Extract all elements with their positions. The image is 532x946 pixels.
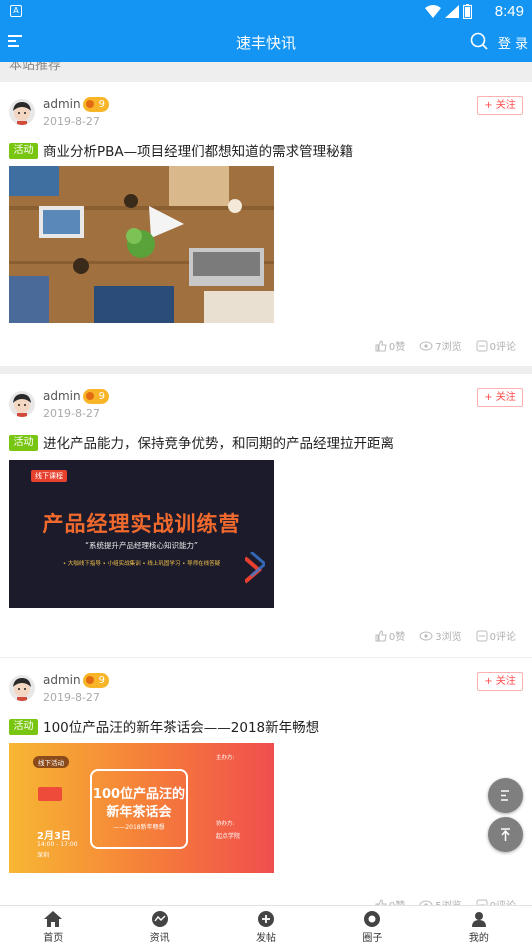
thumbs-up-icon <box>375 339 387 351</box>
avatar[interactable] <box>9 675 35 701</box>
comment-button[interactable]: 0评论 <box>476 628 516 643</box>
poster-decoration <box>38 787 62 801</box>
tab-post[interactable]: 发帖 <box>213 906 319 946</box>
post-title[interactable]: 进化产品能力，保持竞争优势，和同期的产品经理拉开距离 <box>43 432 394 452</box>
poster-sub: ——2018新年畅想 <box>113 824 165 831</box>
login-button[interactable]: 登 录 <box>498 33 528 52</box>
post-title[interactable]: 商业分析PBA—项目经理们都想知道的需求管理秘籍 <box>43 140 353 160</box>
post-stats: 0赞 7浏览 0评论 <box>375 338 516 353</box>
comment-icon <box>476 340 488 351</box>
tab-news[interactable]: 资讯 <box>106 906 212 946</box>
post-title[interactable]: 100位产品汪的新年茶话会——2018新年畅想 <box>43 716 319 736</box>
category-tag: 活动 <box>9 719 38 735</box>
back-to-top-button[interactable] <box>488 817 523 852</box>
bottom-tab-bar: 首页 资讯 发帖 圈子 我的 <box>0 905 532 946</box>
follow-button[interactable]: + 关注 <box>477 388 523 407</box>
section-title: 本站推荐 <box>9 62 62 73</box>
floating-menu-button[interactable] <box>488 778 523 813</box>
tab-label: 资讯 <box>149 933 170 944</box>
tab-label: 发帖 <box>256 933 277 944</box>
plus-circle-icon <box>258 911 275 927</box>
feed[interactable]: 本站推荐 admin 9 2019-8-27 + 关注 活动 商业分析PBA—项… <box>0 62 532 905</box>
avatar[interactable] <box>9 391 35 417</box>
tab-label: 首页 <box>43 933 64 944</box>
eye-icon <box>419 631 433 640</box>
poster-co-organizer-label: 协办方: <box>216 821 235 827</box>
like-button[interactable]: 0赞 <box>375 628 405 643</box>
poster-time: 14:00 - 17:00 <box>37 841 78 848</box>
signal-icon <box>445 5 459 18</box>
poster-headline-line1: 100位产品汪的 <box>92 787 186 802</box>
avatar[interactable] <box>9 99 35 125</box>
status-icons <box>425 4 472 19</box>
post-image[interactable]: 线下课程 产品经理实战训练营 “系统提升产品经理核心知识能力” • 大咖线下指导… <box>9 460 274 608</box>
wifi-icon <box>425 5 441 18</box>
category-tag: 活动 <box>9 143 38 159</box>
level-badge: 9 <box>83 389 109 404</box>
post-image[interactable] <box>9 166 274 323</box>
poster-subtitle: “系统提升产品经理核心知识能力” <box>85 541 198 550</box>
follow-button[interactable]: + 关注 <box>477 672 523 691</box>
poster-co-organizer: 起点学院 <box>216 833 241 840</box>
post-card[interactable]: admin 9 2019-8-27 + 关注 活动 商业分析PBA—项目经理们都… <box>0 82 532 366</box>
like-button[interactable]: 0赞 <box>375 338 405 353</box>
clock: 8:49 <box>494 3 524 20</box>
post-stats: 0赞 5浏览 0评论 <box>375 897 516 905</box>
author-name[interactable]: admin <box>43 389 81 403</box>
post-date: 2019-8-27 <box>43 407 100 420</box>
poster-date: 2月3日 <box>37 831 71 842</box>
post-stats: 0赞 3浏览 0评论 <box>375 628 516 643</box>
tab-label: 圈子 <box>362 933 383 944</box>
poster-organizer-label: 主办方: <box>216 755 235 761</box>
like-button[interactable]: 0赞 <box>375 897 405 905</box>
poster-headline: 产品经理实战训练营 <box>42 512 241 536</box>
search-icon[interactable] <box>470 32 488 50</box>
views-count: 7浏览 <box>419 338 462 353</box>
level-badge: 9 <box>83 673 109 688</box>
level-badge: 9 <box>83 97 109 112</box>
comment-button[interactable]: 0评论 <box>476 897 516 905</box>
tab-label: 我的 <box>468 933 489 944</box>
poster-badge: 线下活动 <box>33 756 69 768</box>
poster-headline-line2: 新年茶话会 <box>106 805 172 820</box>
page-title: 速丰快讯 <box>235 34 296 52</box>
tab-me[interactable]: 我的 <box>426 906 532 946</box>
home-icon <box>44 911 63 927</box>
status-bar: A 8:49 <box>0 0 532 24</box>
poster-city: 深圳 <box>37 852 50 859</box>
views-count: 3浏览 <box>419 628 462 643</box>
battery-icon <box>463 4 472 19</box>
comment-button[interactable]: 0评论 <box>476 338 516 353</box>
thumbs-up-icon <box>375 629 387 641</box>
post-date: 2019-8-27 <box>43 115 100 128</box>
poster-bullets: • 大咖线下指导 • 小组实战集训 • 线上巩固学习 • 导师在线答疑 <box>62 561 221 567</box>
notification-icon: A <box>10 5 22 17</box>
comment-icon <box>476 630 488 641</box>
news-icon <box>151 911 168 927</box>
circle-icon <box>364 911 381 927</box>
arrow-up-icon <box>501 828 510 841</box>
follow-button[interactable]: + 关注 <box>477 96 523 115</box>
category-tag: 活动 <box>9 435 38 451</box>
post-card[interactable]: admin 9 2019-8-27 + 关注 活动 100位产品汪的新年茶话会—… <box>0 658 532 905</box>
post-image[interactable]: 线下活动 100位产品汪的 新年茶话会 ——2018新年畅想 2月3日 14:0… <box>9 743 274 873</box>
poster-decoration <box>245 552 265 584</box>
tab-home[interactable]: 首页 <box>0 906 106 946</box>
post-card[interactable]: admin 9 2019-8-27 + 关注 活动 进化产品能力，保持竞争优势，… <box>0 374 532 657</box>
author-name[interactable]: admin <box>43 97 81 111</box>
app-header: 速丰快讯 登 录 <box>0 24 532 62</box>
views-count: 5浏览 <box>419 897 462 905</box>
user-icon <box>471 912 486 927</box>
eye-icon <box>419 341 433 350</box>
author-name[interactable]: admin <box>43 673 81 687</box>
tab-circle[interactable]: 圈子 <box>319 906 425 946</box>
poster-badge: 线下课程 <box>31 470 67 482</box>
menu-icon <box>501 790 509 801</box>
post-date: 2019-8-27 <box>43 691 100 704</box>
